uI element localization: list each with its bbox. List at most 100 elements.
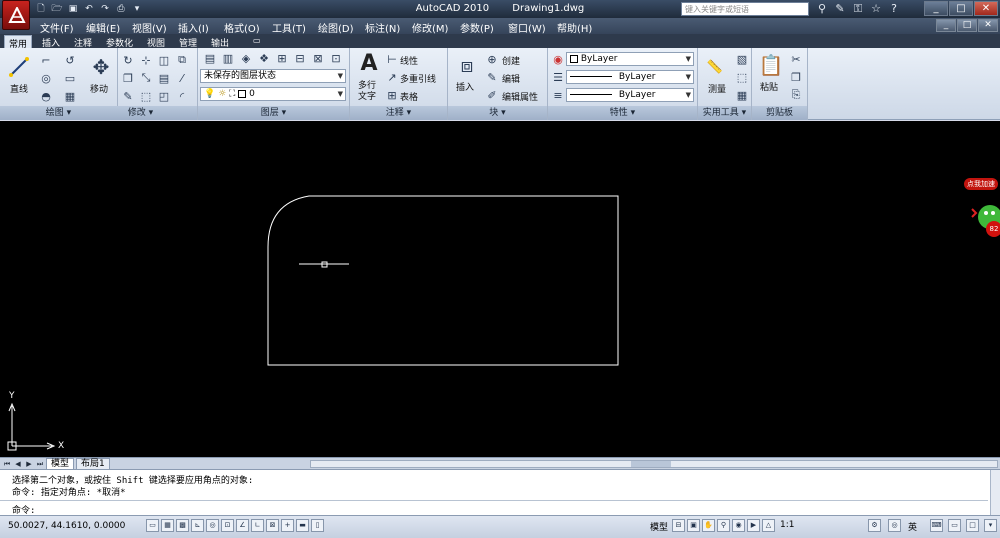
snap-mode-icon[interactable]: ▦ <box>161 519 174 532</box>
menu-modify[interactable]: 修改(M) <box>412 20 448 35</box>
layer-match-icon[interactable]: ⊟ <box>292 50 308 66</box>
table-label[interactable]: 表格 <box>400 90 418 103</box>
multileader-icon[interactable]: ↗ <box>384 69 400 85</box>
move-tool-icon[interactable]: ✥ <box>88 54 114 80</box>
polar-tracking-icon[interactable]: ◎ <box>206 519 219 532</box>
edit-attributes-icon[interactable]: ✐ <box>484 87 500 103</box>
polygon-icon[interactable]: ▭ <box>62 70 78 86</box>
minimize-button[interactable]: _ <box>924 1 948 16</box>
measure-icon[interactable]: 📏 <box>702 54 728 80</box>
erase-icon[interactable]: ⬚ <box>138 88 154 104</box>
match-properties-icon[interactable]: ◉ <box>550 51 566 67</box>
extend-icon[interactable]: ⁄ <box>174 70 190 86</box>
tab-output[interactable]: 输出 <box>207 35 233 49</box>
panel-block-title[interactable]: 块 ▾ <box>448 106 547 120</box>
panel-layers-title[interactable]: 图层 ▾ <box>198 106 349 120</box>
next-layout-icon[interactable]: ▶ <box>24 459 34 469</box>
ortho-mode-icon[interactable]: ⊾ <box>191 519 204 532</box>
layer-previous-icon[interactable]: ⊡ <box>328 50 344 66</box>
drawing-restore-button[interactable]: □ <box>957 19 977 32</box>
ribbon-minimize-icon[interactable]: ▭ <box>249 35 265 48</box>
circle-icon[interactable]: ◎ <box>38 70 54 86</box>
rotate-icon[interactable]: ↻ <box>120 52 136 68</box>
drawing-close-button[interactable]: ✕ <box>978 19 998 32</box>
horizontal-scrollbar[interactable] <box>310 460 998 468</box>
quick-view-layouts-icon[interactable]: ⊟ <box>672 519 685 532</box>
close-button[interactable]: ✕ <box>974 1 998 16</box>
tab-manage[interactable]: 管理 <box>175 35 201 49</box>
3d-osnap-icon[interactable]: ∠ <box>236 519 249 532</box>
model-space-label[interactable]: 模型 <box>650 520 668 533</box>
menu-view[interactable]: 视图(V) <box>132 20 167 35</box>
panel-utilities-title[interactable]: 实用工具 ▾ <box>698 106 751 120</box>
tab-parametric[interactable]: 参数化 <box>102 35 137 49</box>
ime-language-label[interactable]: 英 <box>908 520 917 533</box>
stretch-icon[interactable]: ✎ <box>120 88 136 104</box>
communication-icon[interactable]: ✎ <box>833 2 847 16</box>
edit-block-label[interactable]: 编辑 <box>502 72 520 85</box>
layer-change-icon[interactable]: ⊠ <box>310 50 326 66</box>
lineweight-icon[interactable]: ☰ <box>550 69 566 85</box>
select-all-icon[interactable]: ⬚ <box>734 69 750 85</box>
linetype-select[interactable]: ByLayer ▼ <box>566 70 694 84</box>
search-input[interactable]: 键入关键字或短语 <box>681 2 809 16</box>
tab-home[interactable]: 常用 <box>4 35 33 50</box>
insert-block-icon[interactable]: ⧈ <box>454 52 480 78</box>
menu-insert[interactable]: 插入(I) <box>178 20 209 35</box>
ime-icon[interactable]: ◎ <box>888 519 901 532</box>
mtext-icon[interactable]: A <box>356 50 382 76</box>
polyline-icon[interactable]: ⌐ <box>38 52 54 68</box>
rectangle-icon[interactable]: ↺ <box>62 52 78 68</box>
fillet-icon[interactable]: ◜ <box>174 88 190 104</box>
layer-off-icon[interactable]: ◈ <box>238 50 254 66</box>
menu-help[interactable]: 帮助(H) <box>557 20 592 35</box>
menu-parametric[interactable]: 参数(P) <box>460 20 494 35</box>
panel-clipboard-title[interactable]: 剪贴板 <box>752 106 807 120</box>
menu-dimension[interactable]: 标注(N) <box>365 20 400 35</box>
layer-freeze-icon[interactable]: ❖ <box>256 50 272 66</box>
grid-display-icon[interactable]: ▩ <box>176 519 189 532</box>
tab-view[interactable]: 视图 <box>143 35 169 49</box>
favorites-star-icon[interactable]: ☆ <box>869 2 883 16</box>
command-prompt[interactable]: 命令: <box>12 503 35 516</box>
lock-ui-icon[interactable]: ⌨ <box>930 519 943 532</box>
object-snap-icon[interactable]: ⊡ <box>221 519 234 532</box>
menu-file[interactable]: 文件(F) <box>40 20 74 35</box>
edit-block-icon[interactable]: ✎ <box>484 69 500 85</box>
speedup-badge[interactable]: 点我加速 82 <box>962 177 1000 245</box>
multileader-label[interactable]: 多重引线 <box>400 72 436 85</box>
pan-icon[interactable]: ✋ <box>702 519 715 532</box>
annotation-scale-icon[interactable]: △ <box>762 519 775 532</box>
binoculars-icon[interactable]: ⚲ <box>815 2 829 16</box>
panel-annotation-title[interactable]: 注释 ▾ <box>350 106 447 120</box>
dynamic-input-icon[interactable]: + <box>281 519 294 532</box>
create-block-icon[interactable]: ⊕ <box>484 51 500 67</box>
cut-icon[interactable]: ✂ <box>788 51 804 67</box>
line-tool-icon[interactable] <box>6 54 32 80</box>
linetype-icon[interactable]: ≡ <box>550 87 566 103</box>
explode-icon[interactable]: ◰ <box>156 88 172 104</box>
array-icon[interactable]: ▤ <box>156 70 172 86</box>
horizontal-scroll-thumb[interactable] <box>631 461 671 467</box>
help-icon[interactable]: ? <box>887 2 901 16</box>
tab-insert[interactable]: 插入 <box>38 35 64 49</box>
otrack-icon[interactable]: ∟ <box>251 519 264 532</box>
layer-lock-icon[interactable]: ⊞ <box>274 50 290 66</box>
copy-clip-icon[interactable]: ❐ <box>788 69 804 85</box>
paste-icon[interactable]: 📋 <box>758 52 784 78</box>
coordinates-readout[interactable]: 50.0027, 44.1610, 0.0000 <box>8 521 125 531</box>
hatch-icon[interactable]: ▦ <box>62 88 78 104</box>
prev-layout-icon[interactable]: ◀ <box>13 459 23 469</box>
zoom-icon[interactable]: ⚲ <box>717 519 730 532</box>
offset-icon[interactable]: ⧉ <box>174 52 190 68</box>
copy-icon[interactable]: ❐ <box>120 70 136 86</box>
linear-dimension-label[interactable]: 线性 <box>400 54 418 67</box>
edit-attributes-label[interactable]: 编辑属性 <box>502 90 538 103</box>
mirror-icon[interactable]: ◫ <box>156 52 172 68</box>
last-layout-icon[interactable]: ⏭ <box>35 459 45 469</box>
menu-draw[interactable]: 绘图(D) <box>318 20 354 35</box>
subscription-icon[interactable]: ⚿ <box>851 2 865 16</box>
menu-window[interactable]: 窗口(W) <box>508 20 546 35</box>
workspace-switch-icon[interactable]: ⚙ <box>868 519 881 532</box>
calculator-icon[interactable]: ▦ <box>734 87 750 103</box>
